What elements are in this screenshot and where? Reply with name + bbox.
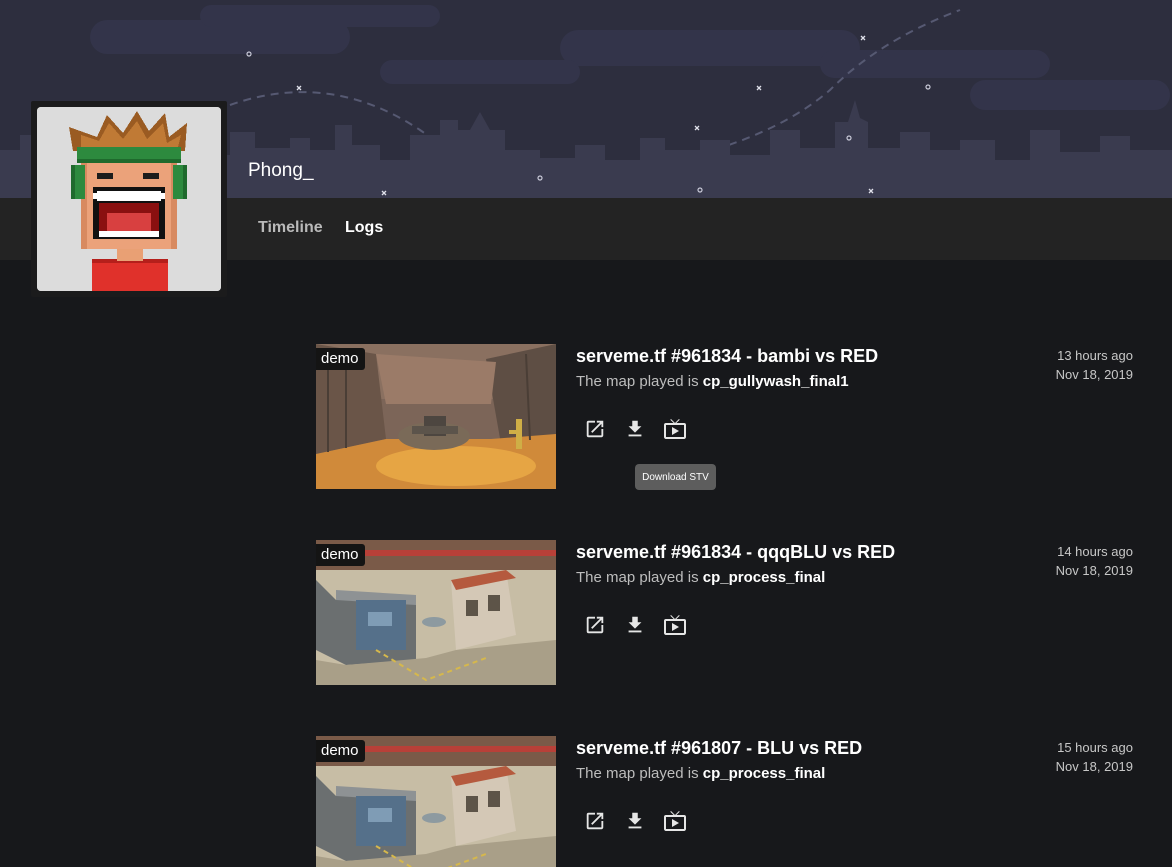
demo-badge: demo [316,348,365,370]
log-time-ago: 13 hours ago [1057,348,1133,363]
avatar[interactable] [37,107,221,291]
log-map-line: The map played is cp_process_final [576,569,825,586]
tv-play-icon [664,419,686,439]
map-name: cp_gullywash_final1 [702,373,849,390]
log-map-line: The map played is cp_process_final [576,765,825,782]
tv-play-icon [664,811,686,831]
log-timestamp: 14 hours ago Nov 18, 2019 [1056,542,1133,580]
log-timestamp: 13 hours ago Nov 18, 2019 [1056,346,1133,384]
log-title[interactable]: serveme.tf #961834 - qqqBLU vs RED [576,542,895,563]
open-log-button[interactable] [582,612,608,638]
download-log-button[interactable] [622,416,648,442]
download-stv-button[interactable] [662,416,688,442]
avatar-frame [31,101,227,297]
demo-badge: demo [316,544,365,566]
open-in-new-icon [586,420,604,438]
open-in-new-icon [586,812,604,830]
map-name: cp_process_final [702,569,826,586]
map-thumbnail[interactable]: demo [316,736,556,867]
log-title[interactable]: serveme.tf #961834 - bambi vs RED [576,346,878,367]
log-timestamp: 15 hours ago Nov 18, 2019 [1056,738,1133,776]
map-name: cp_process_final [702,765,826,782]
map-label: The map played is [576,765,703,782]
log-card[interactable]: demo serveme.tf #961834 - bambi vs RED T… [316,344,1136,489]
log-title[interactable]: serveme.tf #961807 - BLU vs RED [576,738,862,759]
open-log-button[interactable] [582,416,608,442]
tv-play-icon [664,615,686,635]
map-label: The map played is [576,373,703,390]
profile-page: Phong_ Timeline Logs demo serveme.tf #96… [0,0,1172,867]
tab-timeline[interactable]: Timeline [258,219,323,237]
log-time-ago: 15 hours ago [1057,740,1133,755]
download-log-button[interactable] [622,808,648,834]
open-in-new-icon [586,616,604,634]
log-date: Nov 18, 2019 [1055,759,1133,774]
tab-logs[interactable]: Logs [345,219,383,237]
download-icon [628,420,642,437]
log-map-line: The map played is cp_gullywash_final1 [576,373,849,390]
download-stv-tooltip: Download STV [635,464,716,490]
demo-badge: demo [316,740,365,762]
profile-name: Phong_ [248,160,314,181]
map-thumbnail[interactable]: demo [316,540,556,685]
download-icon [628,616,642,633]
log-date: Nov 18, 2019 [1055,367,1133,382]
download-stv-button[interactable] [662,808,688,834]
open-log-button[interactable] [582,808,608,834]
map-label: The map played is [576,569,703,586]
pixel-avatar-image [37,107,221,291]
download-stv-button[interactable] [662,612,688,638]
download-log-button[interactable] [622,612,648,638]
download-icon [628,812,642,829]
log-card[interactable]: demo serveme.tf #961834 - qqqBLU vs RED … [316,540,1136,685]
log-card[interactable]: demo serveme.tf #961807 - BLU vs RED The… [316,736,1136,867]
map-thumbnail[interactable]: demo [316,344,556,489]
log-date: Nov 18, 2019 [1055,563,1133,578]
log-time-ago: 14 hours ago [1057,544,1133,559]
